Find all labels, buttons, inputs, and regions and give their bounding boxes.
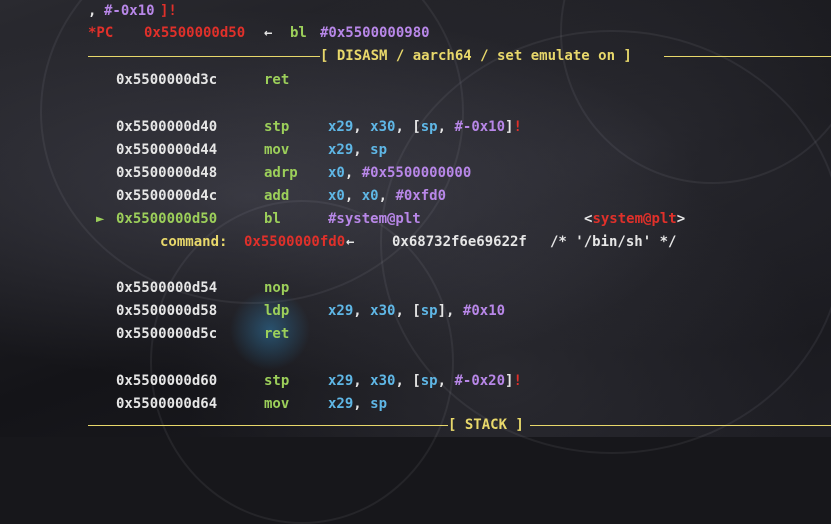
command-label: command:	[160, 234, 228, 250]
instruction-operands: x29, x30, [sp], #0x10	[328, 303, 506, 319]
instruction-address: 0x5500000d48	[116, 165, 218, 181]
pc-mnemonic: bl	[290, 25, 307, 41]
instruction-mnemonic: bl	[264, 211, 281, 227]
instruction-operands: x29, sp	[328, 142, 388, 158]
instruction-mnemonic: ldp	[264, 303, 290, 319]
instruction-operands: x0, #0x5500000000	[328, 165, 472, 181]
instruction-mnemonic: nop	[264, 280, 290, 296]
instruction-mnemonic: ret	[264, 72, 290, 88]
instruction-address: 0x5500000d64	[116, 396, 218, 412]
instruction-mnemonic: adrp	[264, 165, 298, 181]
instruction-address: 0x5500000d5c	[116, 326, 218, 342]
instruction-address: 0x5500000d58	[116, 303, 218, 319]
partial-register-line: , #-0x10 ]!	[0, 0, 177, 22]
gdb-pwndbg-terminal: , #-0x10 ]! *PC 0x5500000d50 ← bl #0x550…	[0, 0, 831, 437]
command-address: 0x5500000fd0	[244, 234, 346, 250]
pc-address: 0x5500000d50	[144, 25, 246, 41]
instruction-symbol-comment: <system@plt>	[584, 211, 686, 227]
instruction-operands: #system@plt	[328, 211, 421, 227]
instruction-operands: x29, x30, [sp, #-0x10]!	[328, 119, 522, 135]
partial-immediate: #-0x10	[104, 3, 155, 19]
instruction-mnemonic: stp	[264, 119, 290, 135]
stack-separator-left	[88, 425, 448, 426]
partial-bang: ]!	[160, 3, 177, 19]
command-value: 0x68732f6e69622f	[392, 234, 527, 250]
instruction-mnemonic: ret	[264, 326, 290, 342]
command-comment: /* '/bin/sh' */	[550, 234, 677, 250]
pc-marker: *PC	[88, 25, 114, 41]
instruction-mnemonic: stp	[264, 373, 290, 389]
command-argument-line: command: 0x5500000fd0 ← 0x68732f6e69622f…	[0, 231, 676, 253]
instruction-operands: x29, sp	[328, 396, 388, 412]
instruction-address: 0x5500000d44	[116, 142, 218, 158]
pc-target: #0x5500000980	[320, 25, 430, 41]
instruction-mnemonic: add	[264, 188, 290, 204]
stack-separator-right	[530, 425, 831, 426]
instruction-address: 0x5500000d50	[116, 211, 218, 227]
current-instruction-pointer-icon: ►	[96, 211, 105, 227]
instruction-address: 0x5500000d40	[116, 119, 218, 135]
instruction-address: 0x5500000d4c	[116, 188, 218, 204]
command-arrow: ←	[346, 234, 355, 250]
instruction-operands: x0, x0, #0xfd0	[328, 188, 447, 204]
pc-arrow: ←	[264, 25, 273, 41]
disasm-separator-right	[664, 56, 831, 57]
disasm-section-header: [ DISASM / aarch64 / set emulate on ]	[320, 48, 632, 64]
disasm-separator-left	[88, 56, 320, 57]
stack-section-header: [ STACK ]	[448, 417, 524, 433]
instruction-address: 0x5500000d3c	[116, 72, 218, 88]
pc-register-line: *PC 0x5500000d50 ← bl #0x5500000980	[0, 22, 430, 44]
instruction-address: 0x5500000d54	[116, 280, 218, 296]
instruction-operands: x29, x30, [sp, #-0x20]!	[328, 373, 522, 389]
instruction-mnemonic: mov	[264, 142, 290, 158]
instruction-address: 0x5500000d60	[116, 373, 218, 389]
partial-prefix: ,	[88, 3, 105, 19]
instruction-mnemonic: mov	[264, 396, 290, 412]
